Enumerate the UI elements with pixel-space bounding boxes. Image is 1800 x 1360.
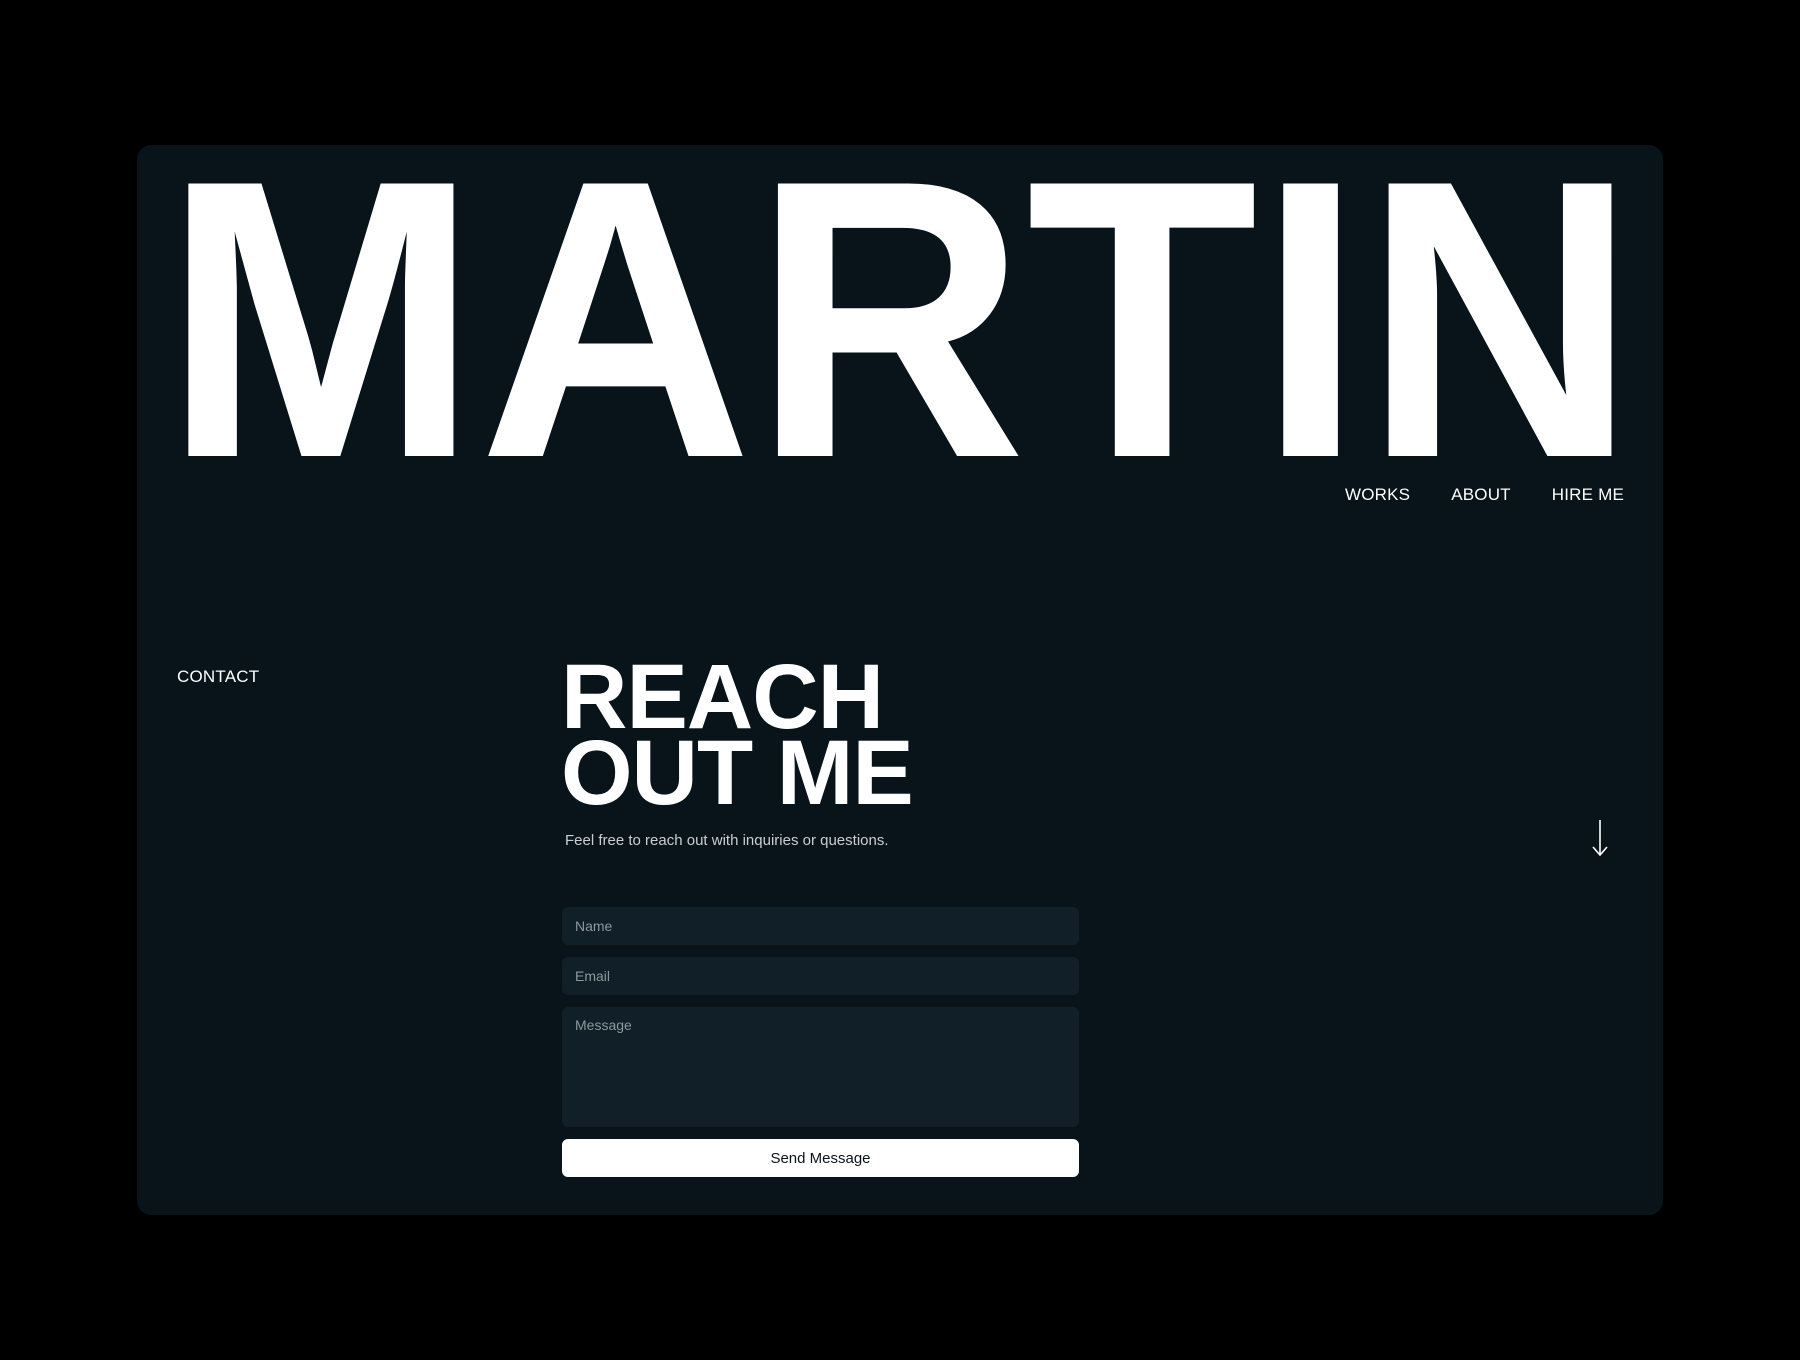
arrow-down-icon[interactable] (1590, 818, 1610, 858)
brand-wordmark: MARTIN (163, 145, 1637, 465)
email-input[interactable] (562, 957, 1079, 995)
name-input[interactable] (562, 907, 1079, 945)
brand-name: MARTIN (163, 145, 1637, 465)
message-input[interactable] (562, 1007, 1079, 1127)
nav-about[interactable]: ABOUT (1451, 485, 1511, 505)
title-line-2: OUT ME (561, 722, 914, 824)
nav-hire-me[interactable]: HIRE ME (1552, 485, 1624, 505)
nav-works[interactable]: WORKS (1345, 485, 1410, 505)
main-nav: WORKS ABOUT HIRE ME (1345, 485, 1624, 505)
page-window: MARTIN WORKS ABOUT HIRE ME CONTACT REACH… (137, 145, 1663, 1215)
page-title: REACH OUT ME (561, 651, 914, 824)
section-label: CONTACT (177, 667, 260, 686)
send-message-button[interactable]: Send Message (562, 1139, 1079, 1177)
page-subtitle: Feel free to reach out with inquiries or… (565, 832, 889, 849)
contact-form: Send Message (562, 907, 1079, 1177)
brand-logo[interactable]: MARTIN (137, 145, 1663, 465)
